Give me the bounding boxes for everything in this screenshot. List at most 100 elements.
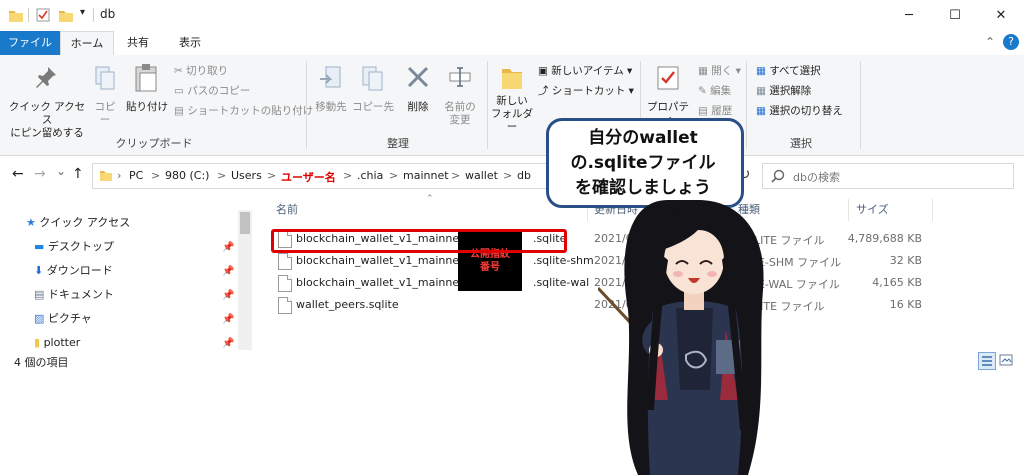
breadcrumb-users[interactable]: Users — [231, 169, 262, 182]
breadcrumb-chia[interactable]: .chia — [357, 169, 383, 182]
copy-path-button[interactable]: ▭ パスのコピー — [174, 83, 250, 98]
group-label-clipboard: クリップボード — [115, 137, 193, 150]
title-bar: ▾ db ─ ☐ ✕ — [0, 0, 1024, 31]
cut-button[interactable]: ✂ 切り取り — [174, 63, 228, 78]
minimize-button[interactable]: ─ — [886, 0, 932, 31]
group-label-organize: 整理 — [387, 137, 409, 150]
file-name: blockchain_wallet_v1_mainnet_ .sqlite-shm — [296, 254, 594, 267]
details-view-button[interactable] — [978, 352, 996, 370]
file-size: 4,165 KB — [872, 276, 922, 289]
new-folder-qa-icon[interactable] — [58, 7, 74, 23]
delete-label: 削除 — [407, 101, 429, 113]
search-placeholder: dbの検索 — [793, 171, 840, 184]
history-icon: ▤ — [698, 105, 712, 117]
sidebar-item-documents[interactable]: ▤ ドキュメント — [34, 284, 114, 306]
new-item-button[interactable]: ▣ 新しいアイテム ▾ — [538, 63, 632, 78]
rename-label: 名前の 変更 — [444, 101, 476, 126]
tab-file[interactable]: ファイル — [0, 31, 60, 55]
status-item-count: 4 個の項目 — [14, 356, 69, 369]
ribbon: クイック アクセス にピン留めする コピー 貼り付け ✂ 切り取り ▭ パスのコピ… — [0, 55, 1024, 156]
delete-x-icon — [407, 66, 429, 88]
delete-button[interactable]: 削除 — [398, 59, 438, 129]
help-button[interactable]: ? — [1003, 34, 1019, 50]
breadcrumb-wallet[interactable]: wallet — [465, 169, 498, 182]
properties-check-icon[interactable] — [36, 8, 50, 22]
file-name: blockchain_wallet_v1_mainnet_ .sqlite-wal — [296, 276, 590, 289]
history-button[interactable]: ▤ 履歴 — [698, 103, 732, 118]
back-button[interactable]: ← — [12, 166, 24, 182]
new-folder-icon — [502, 69, 522, 89]
pin-icon: 📌 — [222, 266, 235, 277]
group-divider — [487, 61, 488, 149]
up-button[interactable]: ↑ — [72, 166, 84, 182]
breadcrumb-separator: > — [267, 169, 277, 182]
folder-icon — [100, 171, 112, 181]
breadcrumb-mainnet[interactable]: mainnet — [403, 169, 449, 182]
paste-button[interactable]: 貼り付け — [124, 59, 170, 129]
column-divider[interactable] — [848, 199, 849, 221]
details-view-icon — [982, 356, 992, 366]
select-none-icon: ▦ — [756, 85, 770, 97]
rename-button[interactable]: 名前の 変更 — [440, 59, 480, 129]
copy-to-button[interactable]: コピー先 — [352, 59, 394, 129]
new-folder-label: 新しい フォルダー — [491, 95, 533, 133]
sidebar-item-plotter[interactable]: ▮ plotter — [34, 332, 80, 354]
group-label-select: 選択 — [790, 137, 812, 150]
pictures-icon: ▨ — [34, 312, 48, 325]
column-size[interactable]: サイズ — [856, 201, 889, 217]
edit-button[interactable]: ✎ 編集 — [698, 83, 731, 98]
ribbon-tabs: ファイル ホーム 共有 表示 ⌃ ? — [0, 31, 1024, 56]
folder-icon — [9, 11, 23, 22]
large-icons-view-button[interactable] — [998, 352, 1014, 368]
star-icon: ★ — [26, 216, 40, 229]
move-to-label: 移動先 — [315, 101, 347, 113]
new-folder-button[interactable]: 新しい フォルダー — [490, 59, 534, 133]
select-all-button[interactable]: ▦ すべて選択 — [756, 63, 821, 78]
download-icon: ⬇ — [34, 264, 47, 277]
window-title: db — [100, 7, 116, 21]
breadcrumb-separator: > — [151, 169, 161, 182]
breadcrumb-username[interactable]: ユーザー名 — [281, 169, 336, 185]
sidebar-item-quick-access[interactable]: ★ クイック アクセス — [26, 212, 130, 234]
breadcrumb-separator: > — [217, 169, 227, 182]
breadcrumb-db[interactable]: db — [517, 169, 531, 182]
easy-access-button[interactable]: ⤴ ショートカット ▾ — [538, 83, 634, 98]
group-divider — [860, 61, 861, 149]
copy-button[interactable]: コピー — [90, 59, 120, 129]
character-illustration — [598, 200, 764, 475]
forward-button[interactable]: → — [34, 166, 46, 182]
open-button[interactable]: ▦ 開く ▾ — [698, 63, 741, 78]
breadcrumb-pc[interactable]: PC — [129, 169, 143, 182]
file-size: 16 KB — [889, 298, 922, 311]
paste-shortcut-button[interactable]: ▤ ショートカットの貼り付け — [174, 103, 313, 118]
breadcrumb-drive[interactable]: 980 (C:) — [165, 169, 209, 182]
invert-selection-button[interactable]: ▦ 選択の切り替え — [756, 103, 843, 118]
sidebar-item-pictures[interactable]: ▨ ピクチャ — [34, 308, 92, 330]
select-none-button[interactable]: ▦ 選択解除 — [756, 83, 811, 98]
navigation-pane: ★ クイック アクセス ▬ デスクトップ ⬇ ダウンロード ▤ ドキュメント ▨… — [0, 210, 238, 350]
tab-share[interactable]: 共有 — [112, 31, 164, 55]
column-divider[interactable] — [932, 199, 933, 221]
close-button[interactable]: ✕ — [978, 0, 1024, 31]
pin-icon: 📌 — [222, 314, 235, 325]
large-icons-view-icon — [999, 354, 1013, 366]
ribbon-expand-button[interactable]: ⌃ — [985, 35, 995, 49]
desktop-icon: ▬ — [34, 240, 48, 253]
sidebar-item-downloads[interactable]: ⬇ ダウンロード — [34, 260, 113, 282]
tab-home[interactable]: ホーム — [60, 31, 114, 56]
recent-locations-button[interactable]: ⌄ — [56, 164, 66, 178]
document-icon: ▤ — [34, 288, 48, 301]
pin-to-quick-access-button[interactable]: クイック アクセス にピン留めする — [4, 59, 86, 139]
shortcut-icon: ⤴ — [538, 85, 552, 97]
sidebar-item-desktop[interactable]: ▬ デスクトップ — [34, 236, 114, 258]
quick-access-dropdown[interactable]: ▾ — [80, 7, 85, 18]
maximize-button[interactable]: ☐ — [932, 0, 978, 31]
tab-view[interactable]: 表示 — [164, 31, 216, 55]
move-to-button[interactable]: 移動先 — [312, 59, 350, 129]
search-box[interactable]: dbの検索 — [762, 163, 1014, 189]
file-size: 4,789,688 KB — [847, 232, 922, 245]
nav-scrollbar-thumb[interactable] — [240, 212, 250, 234]
column-name[interactable]: 名前 — [276, 201, 298, 217]
paste-icon — [135, 64, 157, 92]
paste-label: 貼り付け — [126, 101, 168, 113]
